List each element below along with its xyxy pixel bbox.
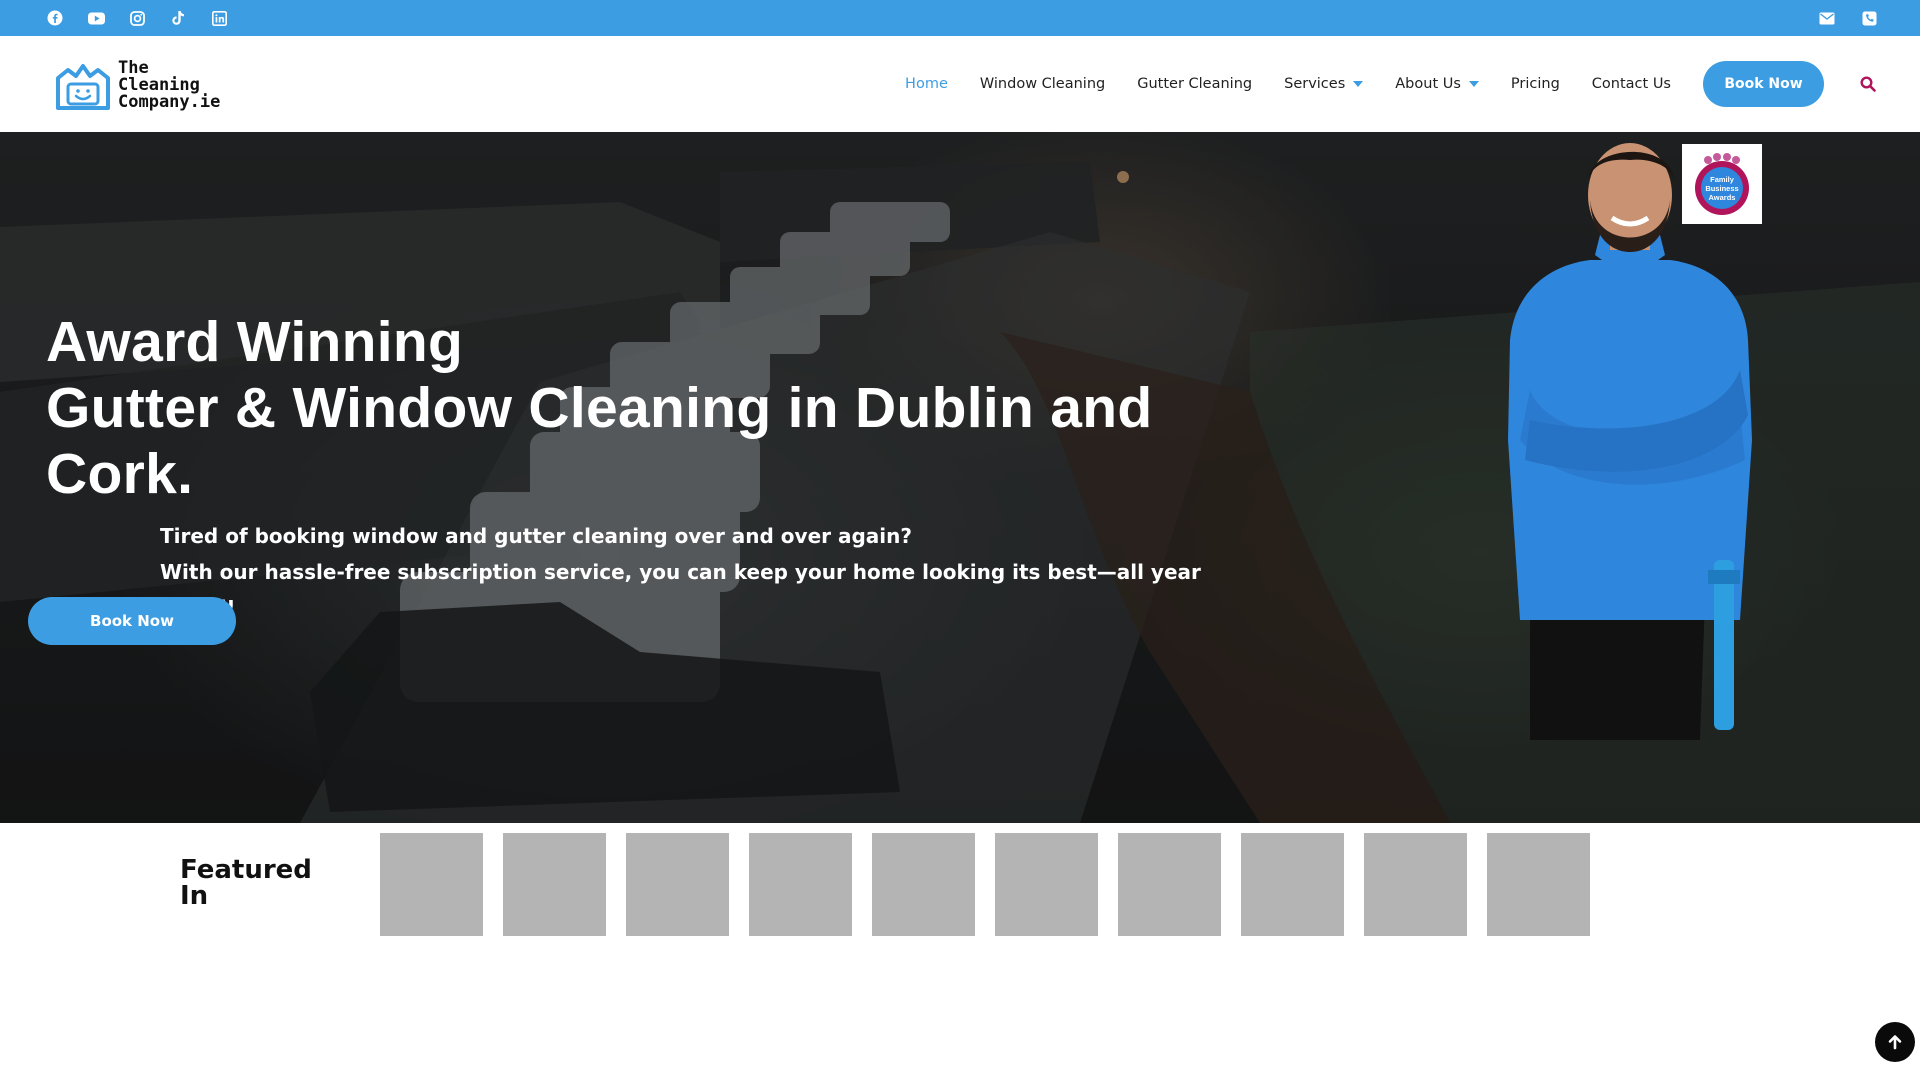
featured-logo-placeholder xyxy=(503,833,606,936)
nav-contact-us-label: Contact Us xyxy=(1591,76,1671,92)
site-header: The Cleaning Company.ie Home Window Clea… xyxy=(0,36,1920,132)
linkedin-icon[interactable] xyxy=(210,9,228,27)
nav-gutter-cleaning[interactable]: Gutter Cleaning xyxy=(1121,76,1268,92)
featured-title-line-1: Featured xyxy=(180,855,312,885)
nav-services-label: Services xyxy=(1284,76,1346,92)
hero-book-now-button[interactable]: Book Now xyxy=(28,597,236,645)
featured-logo-placeholder xyxy=(872,833,975,936)
main-nav: Home Window Cleaning Gutter Cleaning Ser… xyxy=(889,36,1920,132)
phone-icon[interactable] xyxy=(1860,9,1878,27)
hero-title: Award Winning Gutter & Window Cleaning i… xyxy=(46,309,1246,507)
contact-links xyxy=(1818,9,1878,27)
featured-logo-placeholder xyxy=(1364,833,1467,936)
tiktok-icon[interactable] xyxy=(169,9,187,27)
house-logo-icon xyxy=(56,64,110,110)
search-icon[interactable] xyxy=(1858,74,1878,94)
chevron-down-icon xyxy=(1468,81,1479,87)
nav-pricing-label: Pricing xyxy=(1510,76,1560,92)
hero-subtitle: Tired of booking window and gutter clean… xyxy=(160,518,1260,626)
nav-home-label: Home xyxy=(905,76,948,92)
nav-window-cleaning[interactable]: Window Cleaning xyxy=(964,76,1121,92)
nav-about-us[interactable]: About Us xyxy=(1379,76,1495,92)
nav-services[interactable]: Services xyxy=(1268,76,1379,92)
award-badge-line-2: Business xyxy=(1705,184,1738,193)
featured-logo-placeholder xyxy=(1487,833,1590,936)
featured-logos xyxy=(380,833,1590,936)
nav-pricing[interactable]: Pricing xyxy=(1495,76,1576,92)
nav-home[interactable]: Home xyxy=(889,76,964,92)
hero-title-line-3: Cork. xyxy=(46,442,194,506)
hero-subtitle-line-1: Tired of booking window and gutter clean… xyxy=(160,524,912,548)
arrow-up-icon xyxy=(1888,1035,1902,1050)
youtube-icon[interactable] xyxy=(87,9,105,27)
logo-line-2: Cleaning xyxy=(118,74,200,95)
staff-member-photo xyxy=(1508,143,1752,740)
featured-logo-placeholder xyxy=(1118,833,1221,936)
scroll-to-top-button[interactable] xyxy=(1875,1022,1915,1062)
site-logo[interactable]: The Cleaning Company.ie xyxy=(54,58,220,112)
award-badge-icon: Family Business Awards xyxy=(1695,153,1749,215)
award-badge-line-3: Awards xyxy=(1709,193,1736,202)
logo-line-1: The xyxy=(118,57,149,78)
featured-logo-placeholder xyxy=(995,833,1098,936)
featured-logo-placeholder xyxy=(380,833,483,936)
award-badge-line-1: Family xyxy=(1710,175,1735,184)
email-icon[interactable] xyxy=(1818,9,1836,27)
facebook-icon[interactable] xyxy=(46,9,64,27)
nav-window-cleaning-label: Window Cleaning xyxy=(979,76,1106,92)
nav-about-us-label: About Us xyxy=(1395,76,1461,92)
hero-title-line-1: Award Winning xyxy=(46,310,464,374)
nav-gutter-cleaning-label: Gutter Cleaning xyxy=(1137,76,1253,92)
hero-section: Award Winning Gutter & Window Cleaning i… xyxy=(0,132,1920,823)
featured-logo-placeholder xyxy=(626,833,729,936)
featured-title-line-2: In xyxy=(180,881,209,911)
header-book-now-button[interactable]: Book Now xyxy=(1703,61,1824,107)
featured-logo-placeholder xyxy=(1241,833,1344,936)
hero-subtitle-line-2: With our hassle-free subscription servic… xyxy=(160,560,1201,620)
nav-contact-us[interactable]: Contact Us xyxy=(1576,76,1687,92)
social-links xyxy=(46,9,228,27)
top-social-bar xyxy=(0,0,1920,36)
logo-line-3: Company.ie xyxy=(118,91,221,112)
featured-in-title: Featured In xyxy=(180,857,320,909)
featured-in-section: Featured In xyxy=(0,823,1920,1080)
featured-logo-placeholder xyxy=(749,833,852,936)
family-business-awards-badge: Family Business Awards xyxy=(1682,144,1762,224)
instagram-icon[interactable] xyxy=(128,9,146,27)
logo-wordmark: The Cleaning Company.ie xyxy=(118,57,221,112)
chevron-down-icon xyxy=(1353,81,1364,87)
hero-title-line-2: Gutter & Window Cleaning in Dublin and xyxy=(46,376,1153,440)
